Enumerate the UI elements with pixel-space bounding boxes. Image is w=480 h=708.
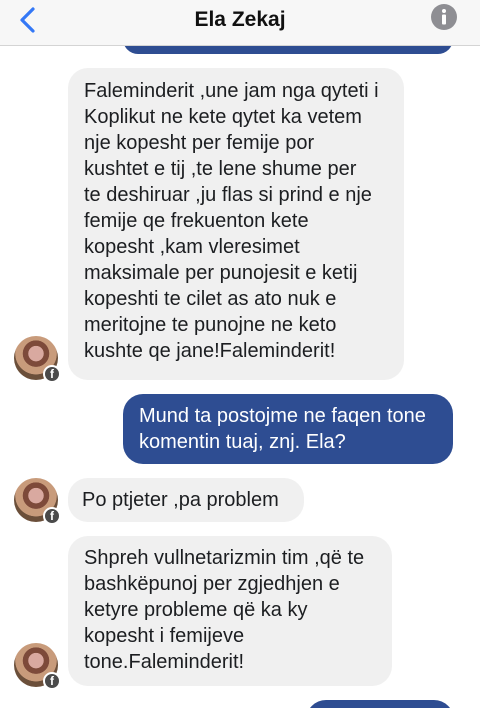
facebook-badge-icon: f [43,507,61,525]
chat-title: Ela Zekaj [194,8,286,31]
message-bubble-incoming: Po ptjeter ,pa problem [68,478,304,522]
facebook-badge-icon: f [43,672,61,690]
avatar[interactable]: f [14,478,61,525]
chat-header: Ela Zekaj [0,0,480,46]
message-bubble-partial-top [123,46,453,54]
facebook-badge-icon: f [43,365,61,383]
avatar[interactable]: f [14,336,61,383]
message-bubble-incoming: Shpreh vullnetarizmin tim ,që te bashkëp… [68,536,392,686]
info-icon [431,4,457,30]
message-bubble-incoming: Faleminderit ,une jam nga qyteti i Kopli… [68,68,404,380]
info-button[interactable] [431,4,457,30]
message-bubble-outgoing: Mund ta postojme ne faqen tone komentin … [123,394,453,464]
message-bubble-partial-bottom [306,700,454,708]
message-list[interactable]: Faleminderit ,une jam nga qyteti i Kopli… [0,46,480,708]
avatar[interactable]: f [14,643,61,690]
